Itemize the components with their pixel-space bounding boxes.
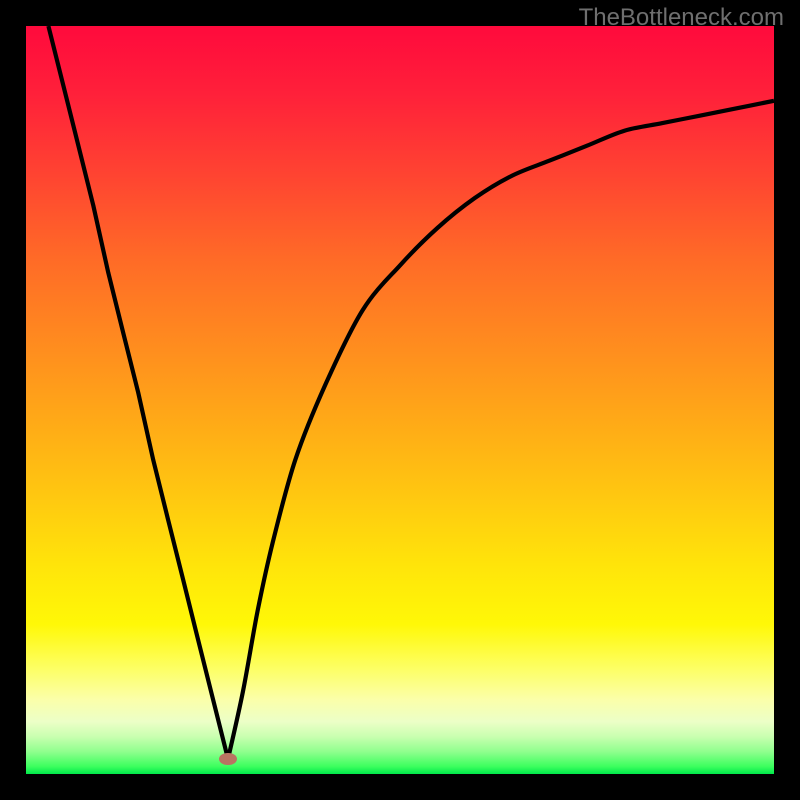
right-branch-path: [228, 101, 774, 759]
curve-layer: [26, 26, 774, 774]
chart-stage: TheBottleneck.com: [0, 0, 800, 800]
watermark-text: TheBottleneck.com: [579, 4, 784, 32]
left-branch-path: [48, 26, 228, 759]
